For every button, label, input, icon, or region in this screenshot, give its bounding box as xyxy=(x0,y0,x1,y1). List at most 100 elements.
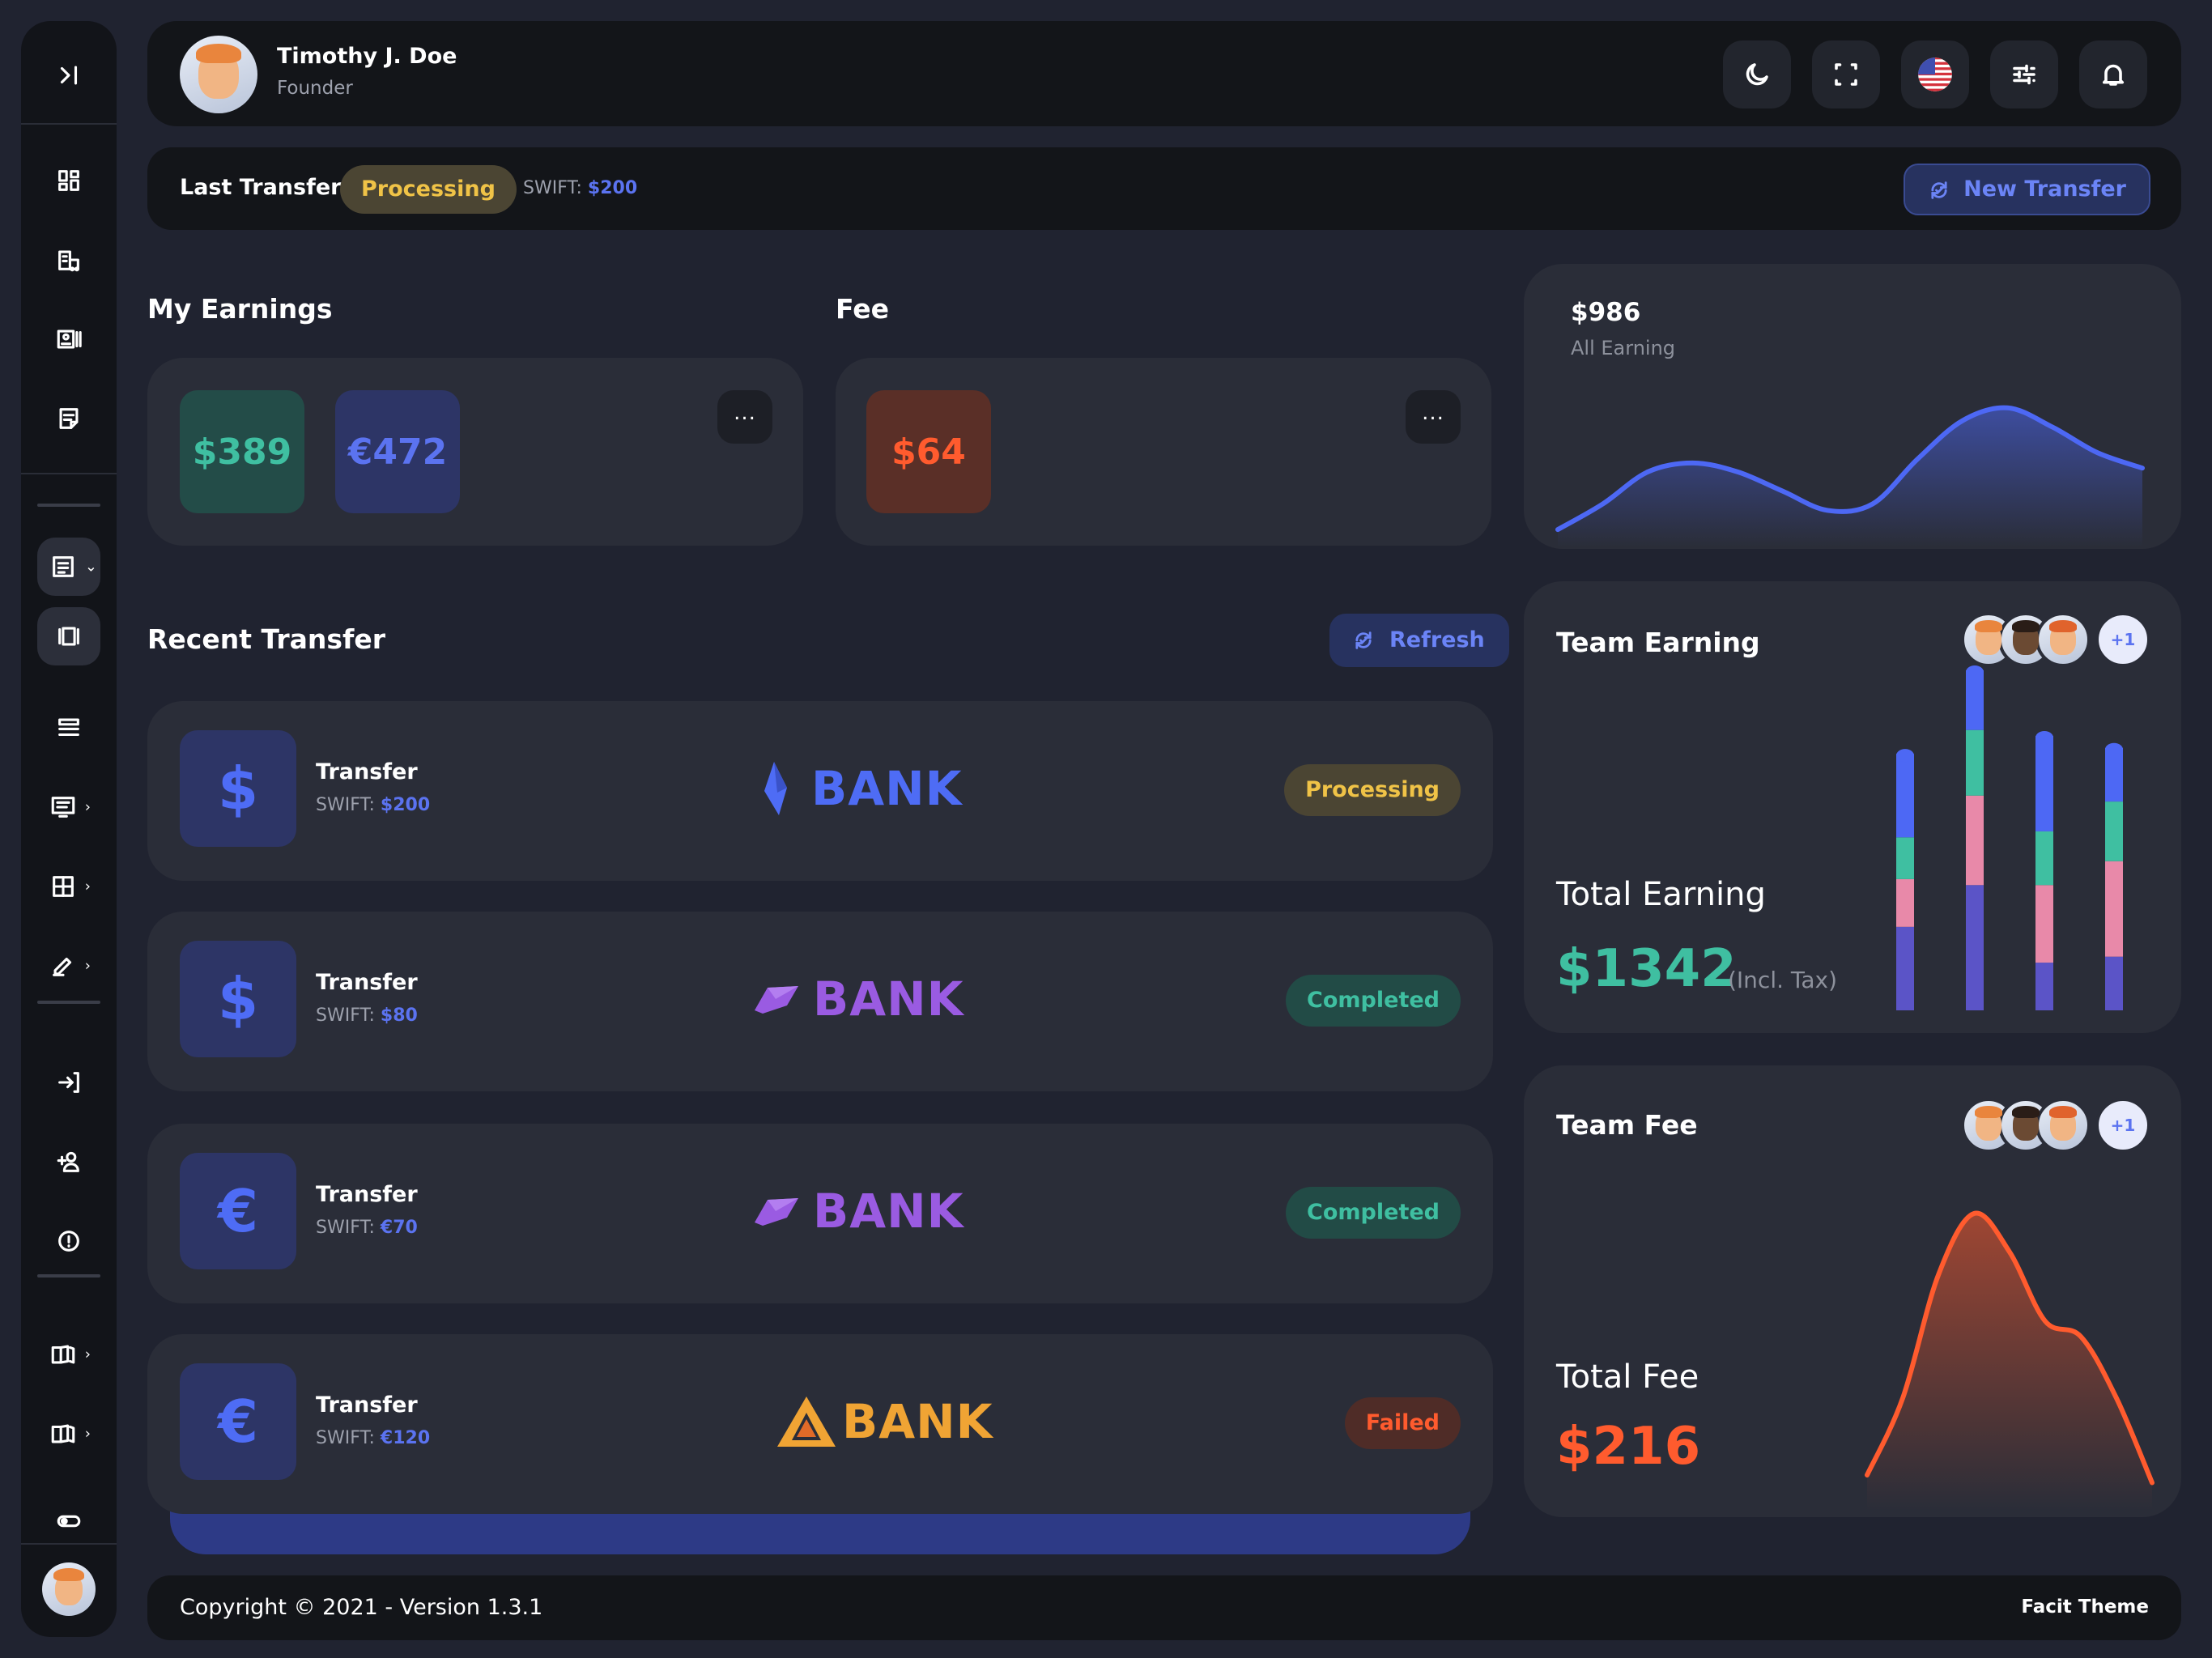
chevron-right-icon: › xyxy=(84,878,91,895)
team-earning-card: Team Earning +1 Total Earning $1342 (Inc… xyxy=(1524,581,2181,1033)
more-members-badge[interactable]: +1 xyxy=(2095,612,2150,667)
bank-logo: BANK xyxy=(751,1179,964,1244)
total-earning-label: Total Earning xyxy=(1556,876,1766,913)
team-avatar[interactable] xyxy=(2035,1098,2091,1153)
earnings-eur-tile: €472 xyxy=(335,390,460,513)
dollar-icon: $ xyxy=(180,941,296,1057)
status-badge: Completed xyxy=(1286,1187,1461,1239)
chevron-right-icon: › xyxy=(84,957,91,975)
bank-name: BANK xyxy=(813,971,964,1027)
bank-logo: BANK xyxy=(759,756,963,821)
all-earning-card: $986 All Earning xyxy=(1524,264,2181,549)
team-fee-area xyxy=(1867,1213,2152,1511)
transfer-name: Transfer xyxy=(316,759,418,784)
alert-icon[interactable] xyxy=(44,1216,94,1266)
team-avatars: +1 xyxy=(1961,612,2150,667)
team-earning-bar-3-0 xyxy=(2105,956,2123,1010)
sidebar-separator xyxy=(37,1001,100,1004)
transfer-name: Transfer xyxy=(316,1392,418,1418)
settings-button[interactable] xyxy=(1990,40,2058,108)
sidebar-item-docs[interactable]: › xyxy=(44,1329,94,1380)
bank-logo: BANK xyxy=(776,1389,993,1454)
user-role: Founder xyxy=(277,78,353,99)
refresh-button[interactable]: Refresh xyxy=(1329,614,1509,667)
team-earning-bar-2-2 xyxy=(2035,831,2053,886)
team-earning-bar-2-3 xyxy=(2035,736,2053,831)
total-earning-value: $1342 xyxy=(1556,939,1737,999)
chevron-right-icon: › xyxy=(84,1425,91,1443)
sidebar-divider xyxy=(21,123,117,125)
sidebar-divider xyxy=(21,473,117,474)
team-earning-bar-1-3 xyxy=(1966,670,1984,730)
all-earning-label: All Earning xyxy=(1571,337,1676,359)
add-user-icon[interactable] xyxy=(44,1137,94,1187)
team-earning-bar-3-1 xyxy=(2105,861,2123,957)
last-transfer-label: Last Transfer xyxy=(180,175,342,200)
bank-name: BANK xyxy=(842,1394,993,1449)
dark-mode-button[interactable] xyxy=(1723,40,1791,108)
fee-more-button[interactable]: ... xyxy=(1406,390,1461,444)
sidebar-separator xyxy=(37,504,100,507)
transfer-swift: SWIFT: €120 xyxy=(316,1428,430,1448)
transfer-row[interactable]: $ Transfer SWIFT: $200 BANK Processing xyxy=(147,701,1493,881)
team-earning-bar-0-2 xyxy=(1896,837,1914,879)
last-transfer-bar: Last Transfer Processing SWIFT: $200 New… xyxy=(147,147,2181,230)
bank-logo: BANK xyxy=(751,967,964,1031)
team-earning-chart xyxy=(1896,665,2123,1010)
swift-value: €120 xyxy=(380,1428,431,1448)
login-icon[interactable] xyxy=(44,1057,94,1107)
last-transfer-swift: SWIFT: $200 xyxy=(523,178,637,198)
earnings-more-button[interactable]: ... xyxy=(717,390,772,444)
team-earning-bar-1-1 xyxy=(1966,795,1984,886)
sidebar-item-grid[interactable]: › xyxy=(44,861,94,912)
status-badge: Failed xyxy=(1344,1397,1461,1449)
more-members-badge[interactable]: +1 xyxy=(2095,1098,2150,1153)
swift-value: €70 xyxy=(380,1218,418,1238)
sidebar-item-guides[interactable]: › xyxy=(44,1409,94,1459)
transfer-row[interactable]: € Transfer SWIFT: €70 BANK Completed xyxy=(147,1124,1493,1303)
fee-card: $64 ... xyxy=(836,358,1491,546)
my-earnings-title: My Earnings xyxy=(147,293,333,325)
chevron-right-icon: › xyxy=(84,798,91,816)
total-fee-value: $216 xyxy=(1556,1417,1701,1477)
toggle-icon[interactable] xyxy=(44,1496,94,1546)
dashboard-icon[interactable] xyxy=(44,155,94,206)
bank-name: BANK xyxy=(811,761,963,816)
notes-icon[interactable] xyxy=(44,393,94,444)
fee-title: Fee xyxy=(836,293,889,325)
new-transfer-label: New Transfer xyxy=(1963,176,2126,202)
sidebar-toggle-icon[interactable] xyxy=(44,50,94,100)
transfer-row[interactable]: € Transfer SWIFT: €120 BANK Failed xyxy=(147,1334,1493,1514)
list-icon[interactable] xyxy=(44,703,94,753)
gem-logo-icon xyxy=(755,1198,798,1226)
sidebar: ⌄ › › › › › xyxy=(21,21,117,1637)
sidebar-item-edit[interactable]: › xyxy=(44,941,94,991)
team-fee-card: Team Fee +1 Total Fee $216 xyxy=(1524,1065,2181,1517)
team-earning-bar-cap-2 xyxy=(2035,731,2053,745)
team-earning-bar-cap-3 xyxy=(2105,742,2123,756)
language-button[interactable] xyxy=(1901,40,1969,108)
new-transfer-button[interactable]: New Transfer xyxy=(1904,164,2150,215)
building-icon[interactable] xyxy=(44,235,94,285)
team-earning-bar-0-3 xyxy=(1896,754,1914,838)
sidebar-item-screen[interactable]: › xyxy=(44,782,94,832)
refresh-label: Refresh xyxy=(1389,627,1485,653)
id-card-icon[interactable] xyxy=(44,314,94,364)
sidebar-item-cards[interactable] xyxy=(37,607,100,665)
team-avatar[interactable] xyxy=(2035,612,2091,667)
sidebar-user-avatar[interactable] xyxy=(42,1562,96,1616)
sidebar-item-listing[interactable]: ⌄ xyxy=(37,538,100,596)
status-badge: Completed xyxy=(1286,975,1461,1027)
swift-value: $80 xyxy=(380,1005,418,1026)
bank-name: BANK xyxy=(813,1184,964,1239)
notifications-button[interactable] xyxy=(2079,40,2147,108)
user-avatar[interactable] xyxy=(180,36,257,113)
fullscreen-button[interactable] xyxy=(1812,40,1880,108)
copyright-text: Copyright © 2021 - Version 1.3.1 xyxy=(180,1595,543,1620)
last-transfer-status: Processing xyxy=(340,165,517,214)
gem-logo-icon xyxy=(755,986,798,1014)
euro-icon: € xyxy=(180,1153,296,1269)
euro-icon: € xyxy=(180,1363,296,1480)
footer: Copyright © 2021 - Version 1.3.1 Facit T… xyxy=(147,1575,2181,1640)
transfer-row[interactable]: $ Transfer SWIFT: $80 BANK Completed xyxy=(147,912,1493,1091)
